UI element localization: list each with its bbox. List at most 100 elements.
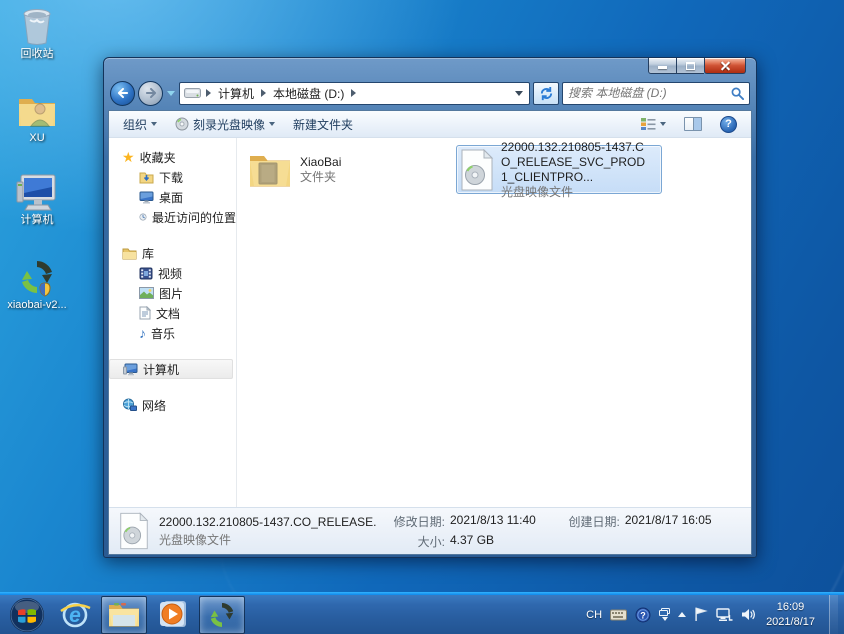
desktop-icon-label: XU bbox=[4, 132, 70, 145]
folder-icon bbox=[247, 150, 293, 190]
sidebar-item-desktop[interactable]: 桌面 bbox=[109, 187, 236, 207]
sidebar-item-network[interactable]: 网络 bbox=[109, 395, 236, 415]
taskbar-clock[interactable]: 16:09 2021/8/17 bbox=[766, 600, 815, 630]
new-folder-button[interactable]: 新建文件夹 bbox=[287, 113, 359, 136]
search-input[interactable] bbox=[568, 86, 731, 100]
music-note-icon: ♪ bbox=[139, 326, 146, 340]
videos-icon bbox=[139, 267, 153, 280]
show-hidden-icons-chevron-icon[interactable] bbox=[678, 612, 686, 617]
taskbar-item-internet-explorer[interactable]: e bbox=[52, 596, 98, 634]
recent-pages-chevron-icon[interactable] bbox=[167, 91, 175, 96]
help-button[interactable]: ? bbox=[714, 113, 743, 136]
disc-image-file-icon bbox=[119, 512, 149, 550]
address-bar[interactable]: 计算机 本地磁盘 (D:) bbox=[179, 82, 530, 105]
network-status-icon[interactable] bbox=[716, 608, 733, 622]
start-button[interactable] bbox=[2, 595, 52, 634]
burn-disc-image-button[interactable]: 刻录光盘映像 bbox=[169, 113, 281, 136]
created-date-label: 创建日期: bbox=[562, 513, 620, 530]
details-file-name: 22000.132.210805-1437.CO_RELEASE... bbox=[159, 515, 377, 529]
chevron-down-icon bbox=[660, 122, 666, 126]
taskbar-item-xiaobai[interactable] bbox=[199, 596, 245, 634]
sidebar-item-label: 下载 bbox=[159, 169, 183, 186]
sidebar-item-videos[interactable]: 视频 bbox=[109, 263, 236, 283]
taskbar-item-windows-explorer[interactable] bbox=[101, 596, 147, 634]
back-button[interactable] bbox=[110, 81, 135, 106]
navigation-bar: 计算机 本地磁盘 (D:) bbox=[108, 79, 752, 110]
change-view-button[interactable] bbox=[635, 114, 672, 134]
sidebar-item-pictures[interactable]: 图片 bbox=[109, 283, 236, 303]
size-label: 大小: bbox=[387, 533, 445, 550]
device-stack-icon bbox=[659, 608, 670, 616]
organize-button[interactable]: 组织 bbox=[117, 113, 163, 136]
details-pane: 22000.132.210805-1437.CO_RELEASE... 光盘映像… bbox=[109, 507, 751, 554]
size-value: 4.37 GB bbox=[450, 533, 536, 550]
breadcrumb-separator-icon[interactable] bbox=[206, 89, 211, 97]
star-icon: ★ bbox=[122, 150, 135, 164]
user-folder-icon bbox=[16, 92, 58, 130]
details-column-modified-size: 修改日期: 2021/8/13 11:40 大小: 4.37 GB bbox=[387, 513, 536, 550]
minimize-icon bbox=[658, 66, 667, 69]
created-date-value: 2021/8/17 16:05 bbox=[625, 513, 712, 530]
sidebar-item-label: 音乐 bbox=[151, 325, 175, 342]
sidebar-gap bbox=[109, 379, 236, 395]
address-dropdown-icon[interactable] bbox=[515, 91, 523, 96]
minimize-button[interactable] bbox=[648, 58, 677, 74]
sidebar-item-label: 收藏夹 bbox=[140, 149, 176, 166]
sidebar-item-label: 图片 bbox=[159, 285, 183, 302]
network-globe-icon bbox=[122, 398, 137, 412]
sidebar-item-favorites[interactable]: ★ 收藏夹 bbox=[109, 147, 236, 167]
sidebar-item-recent-places[interactable]: 最近访问的位置 bbox=[109, 207, 236, 227]
help-tray-icon[interactable]: ? bbox=[635, 607, 651, 623]
show-preview-pane-button[interactable] bbox=[678, 114, 708, 134]
desktop-icon-xiaobai-app[interactable]: xiaobai-v2... bbox=[4, 255, 70, 312]
breadcrumb-item-computer[interactable]: 计算机 bbox=[216, 84, 256, 103]
desktop-icon-label: 回收站 bbox=[4, 48, 70, 61]
title-bar[interactable] bbox=[108, 58, 752, 79]
details-column-created: 创建日期: 2021/8/17 16:05 bbox=[562, 513, 712, 550]
file-type: 光盘映像文件 bbox=[501, 185, 651, 200]
sidebar-item-libraries[interactable]: 库 bbox=[109, 243, 236, 263]
action-center-flag-icon[interactable] bbox=[694, 607, 708, 622]
recycle-bin-icon bbox=[18, 6, 56, 46]
file-tile-text: XiaoBai 文件夹 bbox=[300, 155, 341, 185]
recent-places-icon bbox=[139, 210, 147, 224]
keyboard-icon[interactable] bbox=[610, 609, 627, 621]
command-toolbar: 组织 刻录光盘映像 新建文件夹 bbox=[109, 111, 751, 138]
taskbar-item-media-player[interactable] bbox=[150, 596, 196, 634]
desktop-icon-xu-user-folder[interactable]: XU bbox=[4, 88, 70, 145]
search-icon[interactable] bbox=[731, 87, 744, 100]
details-name-block: 22000.132.210805-1437.CO_RELEASE... 光盘映像… bbox=[159, 515, 377, 548]
organize-label: 组织 bbox=[123, 116, 147, 133]
breadcrumb-separator-icon[interactable] bbox=[261, 89, 266, 97]
sidebar-gap bbox=[109, 343, 236, 359]
desktop-icon-recycle-bin[interactable]: 回收站 bbox=[4, 4, 70, 61]
system-tray: CH ? bbox=[586, 595, 842, 634]
chevron-down-icon bbox=[269, 122, 275, 126]
media-player-icon bbox=[157, 599, 189, 631]
sidebar-item-documents[interactable]: 文档 bbox=[109, 303, 236, 323]
maximize-button[interactable] bbox=[677, 58, 704, 74]
desktop-icon-label: 计算机 bbox=[4, 214, 70, 227]
language-indicator[interactable]: CH bbox=[586, 609, 602, 621]
maximize-icon bbox=[686, 62, 695, 70]
chevron-down-icon bbox=[662, 617, 668, 621]
desktop-icon-label: xiaobai-v2... bbox=[4, 299, 70, 312]
refresh-button[interactable] bbox=[533, 82, 559, 105]
file-tile-iso-selected[interactable]: 22000.132.210805-1437.CO_RELEASE_SVC_PRO… bbox=[456, 145, 662, 194]
sidebar-item-label: 文档 bbox=[156, 305, 180, 322]
file-tile-xiaobai-folder[interactable]: XiaoBai 文件夹 bbox=[243, 145, 449, 194]
sidebar-item-downloads[interactable]: 下载 bbox=[109, 167, 236, 187]
window-body: ★ 收藏夹 下载 bbox=[109, 138, 751, 507]
breadcrumb-separator-icon[interactable] bbox=[351, 89, 356, 97]
show-desktop-button[interactable] bbox=[829, 595, 838, 634]
breadcrumb-item-local-disk-d[interactable]: 本地磁盘 (D:) bbox=[271, 84, 346, 103]
sidebar-item-music[interactable]: ♪ 音乐 bbox=[109, 323, 236, 343]
desktop-icon-computer[interactable]: 计算机 bbox=[4, 170, 70, 227]
modified-date-value: 2021/8/13 11:40 bbox=[450, 513, 536, 530]
device-menu[interactable] bbox=[659, 608, 670, 621]
forward-button[interactable] bbox=[138, 81, 163, 106]
volume-icon[interactable] bbox=[741, 608, 756, 621]
close-button[interactable] bbox=[704, 58, 746, 74]
clock-time: 16:09 bbox=[766, 600, 815, 615]
sidebar-item-computer[interactable]: 计算机 bbox=[109, 359, 233, 379]
